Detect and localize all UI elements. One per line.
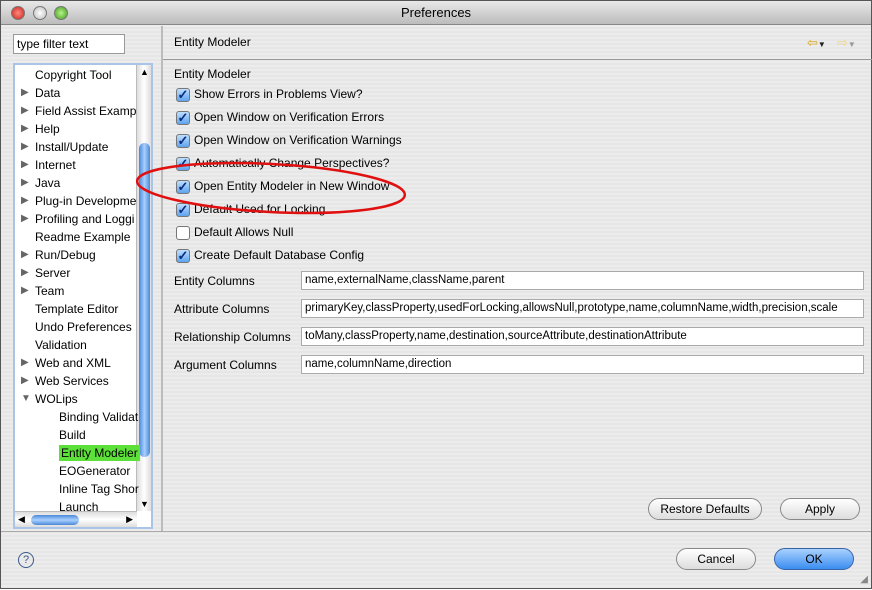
- ok-button[interactable]: OK: [774, 548, 854, 570]
- footer-separator: [1, 531, 871, 532]
- help-icon[interactable]: ?: [18, 552, 34, 568]
- apply-button[interactable]: Apply: [780, 498, 860, 520]
- preferences-window: Preferences type filter text ▲ ▼ ◀ ▶ Cop…: [0, 0, 872, 589]
- resize-grip-icon[interactable]: ◢: [860, 574, 868, 585]
- restore-defaults-button[interactable]: Restore Defaults: [648, 498, 762, 520]
- red-highlight-ellipse: [135, 161, 407, 215]
- cancel-button[interactable]: Cancel: [676, 548, 756, 570]
